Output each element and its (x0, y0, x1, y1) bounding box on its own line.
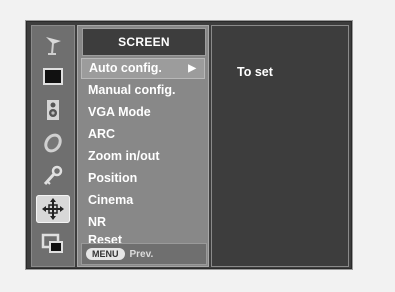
rail-item-picture[interactable] (36, 63, 70, 91)
menu-item-cinema[interactable]: Cinema (81, 190, 205, 211)
rail-item-channel[interactable] (36, 30, 70, 58)
screen-arrows-icon (42, 198, 64, 220)
prev-label: Prev. (129, 248, 154, 260)
rail-item-screen[interactable] (36, 195, 70, 223)
clock-icon (44, 133, 62, 153)
rail-item-sound[interactable] (36, 96, 70, 124)
category-rail (31, 25, 75, 267)
antenna-icon (46, 37, 61, 55)
menu-item-label: Auto config. (89, 61, 162, 75)
picture-icon (43, 68, 63, 85)
menu-item-nr[interactable]: NR (81, 212, 205, 233)
submenu-item-to-set[interactable]: To set (237, 65, 273, 79)
menu-footer: MENU Prev. (81, 243, 207, 265)
menu-item-auto-config[interactable]: Auto config. ▶ (81, 58, 205, 79)
rail-item-pip[interactable] (36, 230, 70, 258)
menu-item-arc[interactable]: ARC (81, 124, 205, 145)
menu-title: SCREEN (82, 28, 206, 56)
speaker-icon (47, 100, 59, 120)
osd-window: SCREEN Auto config. ▶ Manual config. VGA… (25, 20, 353, 270)
submenu-panel: To set (211, 25, 349, 267)
menu-button[interactable]: MENU (86, 248, 125, 260)
menu-item-position[interactable]: Position (81, 168, 205, 189)
key-icon (43, 165, 63, 186)
menu-item-manual-config[interactable]: Manual config. (81, 80, 205, 101)
menu-item-zoom[interactable]: Zoom in/out (81, 146, 205, 167)
rail-item-special[interactable] (36, 162, 70, 190)
menu-item-vga-mode[interactable]: VGA Mode (81, 102, 205, 123)
rail-item-time[interactable] (36, 129, 70, 157)
pip-icon (41, 233, 63, 253)
submenu-arrow-icon: ▶ (188, 63, 196, 74)
screen-menu-panel: SCREEN Auto config. ▶ Manual config. VGA… (77, 25, 209, 267)
